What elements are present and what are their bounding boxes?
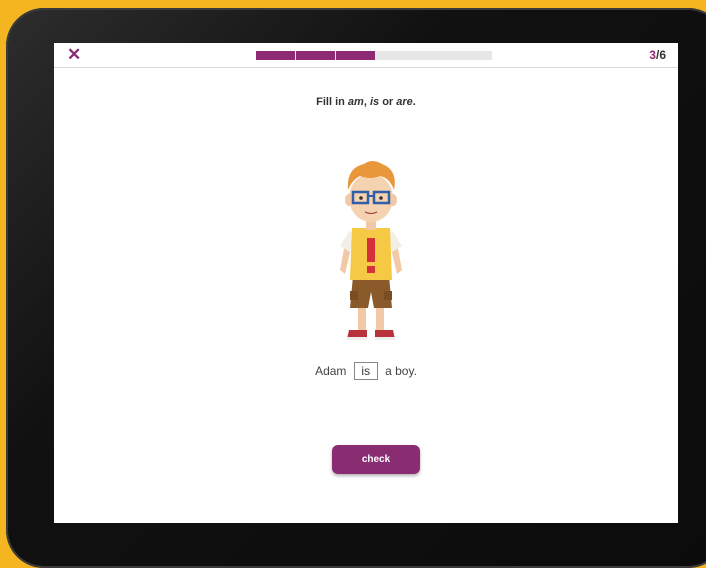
option-is: is [369, 96, 380, 108]
answer-input[interactable]: is [353, 362, 378, 380]
option-are: are [396, 96, 413, 108]
counter-current: 3 [649, 48, 656, 62]
sentence-end: a boy. [385, 364, 417, 378]
app-screen: ✕ 3/6 Fill in am, is or are. Adam is a b… [54, 43, 678, 523]
progress-segment-filled [256, 51, 295, 60]
close-icon[interactable]: ✕ [67, 46, 81, 63]
sentence-start: Adam [315, 364, 347, 378]
instruction-text: Fill in am, is or are. [54, 96, 678, 108]
top-bar: ✕ 3/6 [54, 43, 678, 68]
instruction-prefix: Fill in [316, 96, 345, 108]
counter-total: 6 [659, 48, 666, 62]
step-counter: 3/6 [649, 48, 666, 62]
boy-illustration [340, 161, 402, 340]
or-word: or [382, 96, 394, 108]
comma: , [363, 96, 367, 108]
exercise-sentence: Adam is a boy. [54, 362, 678, 380]
progress-segment-filled [336, 51, 375, 60]
progress-bar [256, 51, 492, 60]
check-button[interactable]: check [332, 445, 420, 474]
period: . [412, 96, 416, 108]
option-am: am [347, 96, 364, 108]
progress-segment-filled [296, 51, 335, 60]
